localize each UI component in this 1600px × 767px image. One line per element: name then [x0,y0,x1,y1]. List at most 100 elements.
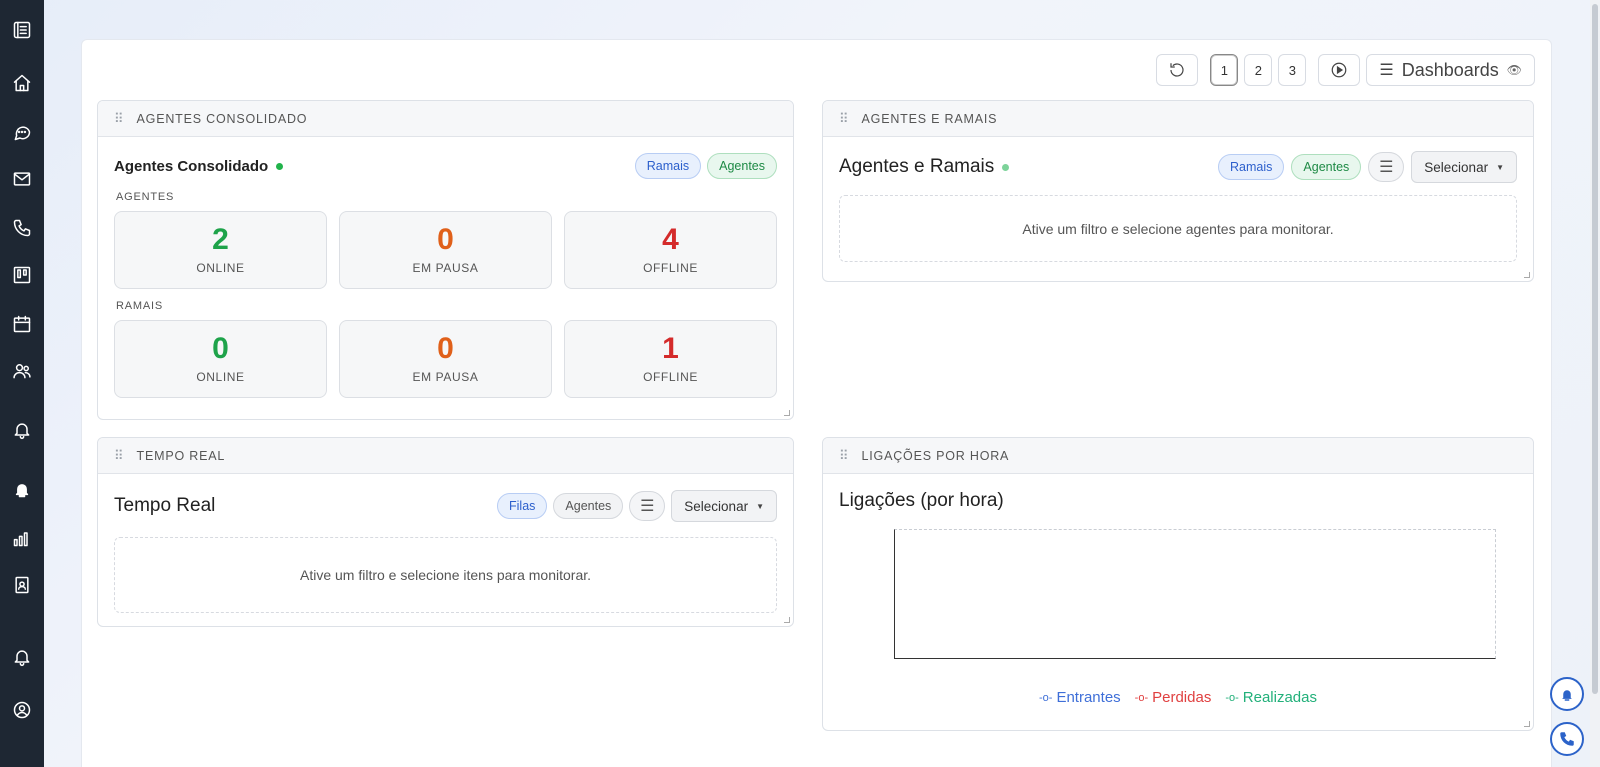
stat-value: 4 [662,223,679,256]
stat-agentes-pausa: 0 EM PAUSA [339,211,552,289]
empty-state: Ative um filtro e selecione itens para m… [114,537,777,613]
stat-ramais-online: 0 ONLINE [114,320,327,398]
legend-marker-icon: -o- [1134,691,1149,704]
scrollbar[interactable] [1590,0,1600,767]
stat-agentes-online: 2 ONLINE [114,211,327,289]
play-button[interactable] [1318,54,1361,86]
legend-marker-icon: -o- [1039,691,1053,704]
panel-header: ⠿ AGENTES CONSOLIDADO [98,101,793,137]
panel-header-title: LIGAÇÕES POR HORA [861,448,1010,463]
stat-label: OFFLINE [643,261,698,275]
panel-tempo-real: ⠿ TEMPO REAL Tempo Real Filas Agentes ☰ … [97,437,794,627]
users-icon[interactable] [10,359,34,383]
phone-float-button[interactable] [1550,722,1584,756]
bell-icon[interactable] [10,645,34,669]
sidebar [0,0,44,767]
legend-label: Entrantes [1056,689,1121,706]
select-label: Selecionar [1424,159,1489,175]
legend-realizadas[interactable]: -o- Realizadas [1225,689,1317,706]
hamburger-icon: ☰ [1379,62,1394,79]
chart-legend: -o- Entrantes -o- Perdidas -o- Realizada… [839,689,1517,706]
resize-handle[interactable] [1524,272,1530,278]
stat-agentes-offline: 4 OFFLINE [564,211,777,289]
page-2-button[interactable]: 2 [1244,54,1273,86]
stat-label: EM PAUSA [412,370,479,384]
list-icon[interactable] [10,18,34,42]
legend-entrantes[interactable]: -o- Entrantes [1039,689,1121,706]
scrollbar-thumb[interactable] [1592,4,1598,694]
agentes-stats: 2 ONLINE 0 EM PAUSA 4 OFFLINE [114,211,777,289]
panel-agentes-ramais: ⠿ AGENTES E RAMAIS Agentes e Ramais Rama… [822,100,1534,282]
bar-chart-icon[interactable] [10,526,34,550]
hamburger-icon: ☰ [640,498,655,515]
legend-perdidas[interactable]: -o- Perdidas [1135,689,1212,706]
phone-icon[interactable] [10,216,34,240]
panel-header: ⠿ TEMPO REAL [98,438,793,474]
card-title: Agentes Consolidado [114,157,284,175]
panel-header-title: AGENTES E RAMAIS [861,111,998,126]
stat-value: 0 [437,332,454,365]
menu-button[interactable]: ☰ [1368,152,1405,182]
panel-header-title: TEMPO REAL [136,448,226,463]
stat-value: 2 [212,223,229,256]
card-title-text: Agentes Consolidado [114,157,269,175]
dashboards-button[interactable]: ☰ Dashboards 👁 [1366,54,1535,86]
resize-handle[interactable] [784,410,790,416]
filter-filas-pill[interactable]: Filas [497,493,548,519]
refresh-icon [1170,63,1184,77]
panel-header-title: AGENTES CONSOLIDADO [136,111,308,126]
status-dot [1002,163,1010,171]
chart-area [894,529,1496,659]
filter-ramais-pill[interactable]: Ramais [634,153,702,179]
select-dropdown[interactable]: Selecionar ▼ [671,490,777,522]
menu-button[interactable]: ☰ [629,491,666,521]
card-title-text: Agentes e Ramais [839,156,995,177]
chat-icon[interactable] [10,120,34,144]
filter-agentes-pill[interactable]: Agentes [553,493,624,519]
filter-agentes-pill[interactable]: Agentes [1291,154,1362,180]
drag-handle-icon[interactable]: ⠿ [839,111,848,127]
filter-ramais-pill[interactable]: Ramais [1218,154,1285,180]
resize-handle[interactable] [784,617,790,623]
bell-icon [1562,690,1572,701]
page-1-button[interactable]: 1 [1210,54,1239,86]
refresh-button[interactable] [1156,54,1199,86]
stat-label: ONLINE [196,261,245,275]
panel-agentes-consolidado: ⠿ AGENTES CONSOLIDADO Agentes Consolidad… [97,100,794,420]
panel-header: ⠿ AGENTES E RAMAIS [823,101,1533,137]
drag-handle-icon[interactable]: ⠿ [114,448,123,464]
calendar-icon[interactable] [10,312,34,336]
ramais-stats: 0 ONLINE 0 EM PAUSA 1 OFFLINE [114,320,777,398]
contact-card-icon[interactable] [10,573,34,597]
chart-title: Ligações (por hora) [839,490,1004,511]
home-icon[interactable] [10,71,34,95]
page-3-button[interactable]: 3 [1278,54,1307,86]
select-dropdown[interactable]: Selecionar ▼ [1411,151,1517,183]
notify-bell-icon[interactable] [10,477,34,501]
stat-label: EM PAUSA [412,261,479,275]
status-dot [276,162,284,170]
panel-ligacoes-por-hora: ⠿ LIGAÇÕES POR HORA Ligações (por hora) … [822,437,1534,731]
notification-float-button[interactable] [1550,677,1584,711]
play-icon [1332,62,1347,78]
card-title: Agentes e Ramais [839,156,1010,178]
legend-label: Perdidas [1152,689,1212,706]
drag-handle-icon[interactable]: ⠿ [114,111,123,127]
caret-down-icon: ▼ [756,501,764,511]
section-agentes-label: AGENTES [116,191,175,203]
phone-icon [1560,732,1574,746]
eye-icon: 👁 [1506,63,1522,77]
filter-agentes-pill[interactable]: Agentes [707,153,777,179]
kanban-icon[interactable] [10,263,34,287]
mail-icon[interactable] [10,167,34,191]
resize-handle[interactable] [1524,721,1530,727]
section-ramais-label: RAMAIS [116,300,163,312]
user-circle-icon[interactable] [10,698,34,722]
stat-value: 0 [212,332,229,365]
stat-value: 1 [662,332,679,365]
drag-handle-icon[interactable]: ⠿ [839,448,848,464]
stat-ramais-pausa: 0 EM PAUSA [339,320,552,398]
bell-icon[interactable] [10,418,34,442]
panel-header: ⠿ LIGAÇÕES POR HORA [823,438,1533,474]
legend-marker-icon: -o- [1225,691,1239,704]
